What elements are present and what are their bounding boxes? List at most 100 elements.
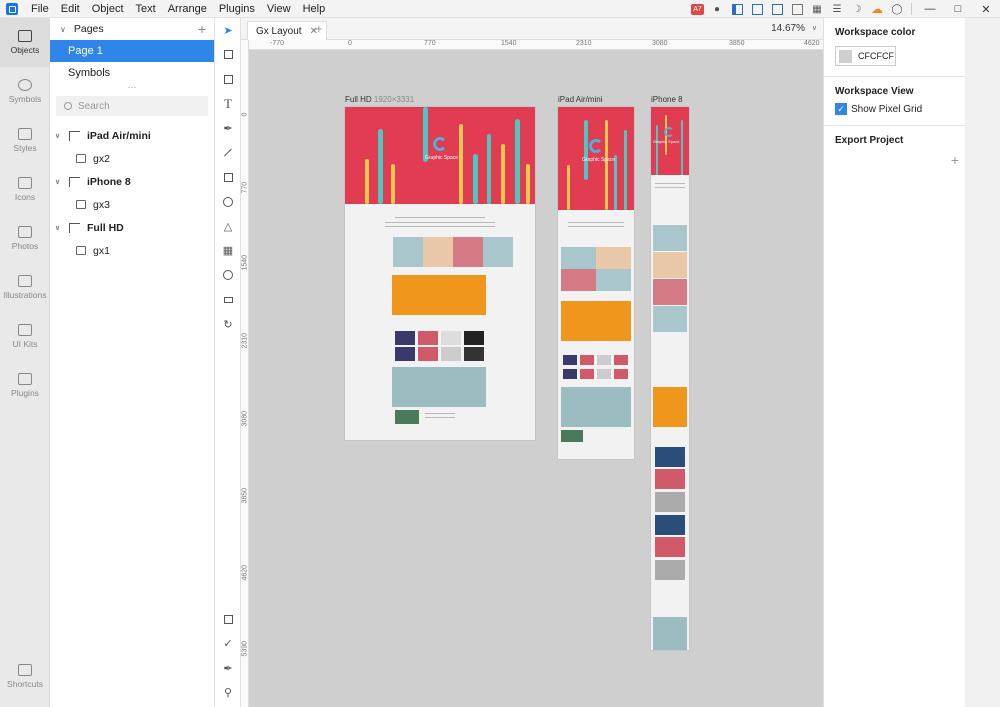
minimize-button[interactable]: —	[916, 0, 944, 18]
repeat-tool-icon[interactable]: ↻	[215, 312, 241, 337]
close-window-button[interactable]: ✕	[972, 0, 1000, 18]
zoom-tool-icon[interactable]: ⚲	[215, 681, 241, 706]
ruler-tick: 0	[348, 40, 352, 47]
rail-plugins[interactable]: Plugins	[0, 361, 50, 410]
brand-logo-icon	[664, 127, 674, 137]
objects-icon	[18, 30, 32, 42]
menu-help[interactable]: Help	[297, 3, 332, 15]
add-export-icon[interactable]: +	[951, 152, 959, 168]
search-input[interactable]: Search	[56, 96, 208, 116]
menu-edit[interactable]: Edit	[55, 3, 86, 15]
rectangle-tool-icon[interactable]	[215, 165, 241, 190]
menu-file[interactable]: File	[25, 3, 55, 15]
menu-view[interactable]: View	[261, 3, 297, 15]
artboard-ipad[interactable]: Graphic Space	[558, 107, 634, 459]
cloud-icon[interactable]: ☁	[870, 2, 884, 16]
pen-tool-icon[interactable]: ✒	[215, 116, 241, 141]
notification-badge[interactable]: A7	[691, 3, 704, 15]
account-icon[interactable]: ◯	[890, 2, 904, 16]
rail-objects[interactable]: Objects	[0, 18, 50, 67]
ruler-tick: 3080	[652, 40, 668, 47]
layer-image-gx2[interactable]: gx2	[50, 147, 214, 170]
line-tool-icon[interactable]	[215, 141, 241, 166]
artboard-label-full-hd[interactable]: Full HD 1920×3331	[345, 95, 414, 104]
layer-image-gx3[interactable]: gx3	[50, 193, 214, 216]
ruler-tick: 4620	[241, 564, 249, 581]
actual-size-icon[interactable]	[770, 2, 784, 16]
rail-symbols[interactable]: Symbols	[0, 67, 50, 116]
rail-shortcuts[interactable]: Shortcuts	[0, 652, 50, 701]
ruler-tick: 3850	[729, 40, 745, 47]
component-tool-icon[interactable]: ▦	[215, 239, 241, 264]
triangle-tool-icon[interactable]: △	[215, 214, 241, 239]
ellipse-tool-icon[interactable]	[215, 190, 241, 215]
hero-banner: Graphic Space	[651, 107, 689, 175]
workspace-view-section: Workspace View ✓ Show Pixel Grid	[824, 77, 965, 126]
artboard-label-ipad[interactable]: iPad Air/mini	[558, 95, 602, 104]
section-title: Export Project	[835, 135, 904, 146]
design-canvas[interactable]: Full HD 1920×3331 Graphic Space iPad Air…	[249, 50, 823, 707]
grid-icon[interactable]: ▦	[810, 2, 824, 16]
layer-artboard-ipad[interactable]: ∨ iPad Air/mini	[50, 124, 214, 147]
fit-view-icon[interactable]	[750, 2, 764, 16]
pages-panel: ∨ Pages + Page 1 Symbols ··· Search ∨ iP…	[50, 18, 215, 707]
moon-icon[interactable]: ☽	[850, 2, 864, 16]
add-tab-icon[interactable]: +	[315, 21, 323, 36]
app-logo-icon[interactable]	[6, 2, 18, 15]
menu-text[interactable]: Text	[130, 3, 162, 15]
menu-plugins[interactable]: Plugins	[213, 3, 261, 15]
illustrations-icon	[18, 275, 32, 287]
export-section: Export Project	[824, 126, 965, 156]
brand-logo-icon	[589, 139, 603, 153]
chevron-down-icon[interactable]: ∨	[60, 25, 66, 34]
layer-artboard-iphone[interactable]: ∨ iPhone 8	[50, 170, 214, 193]
select-tool-icon[interactable]: ➤	[215, 18, 241, 43]
rail-photos[interactable]: Photos	[0, 214, 50, 263]
resize-handle[interactable]: ···	[50, 83, 214, 92]
ruler-tick: -770	[270, 40, 285, 47]
add-page-icon[interactable]: +	[198, 21, 206, 37]
image-tool-icon[interactable]	[215, 67, 241, 92]
artboard-iphone[interactable]: Graphic Space	[651, 107, 689, 650]
layout-view-icon[interactable]	[730, 2, 744, 16]
artboard-label-iphone[interactable]: iPhone 8	[651, 95, 683, 104]
pages-header[interactable]: ∨ Pages +	[50, 18, 214, 40]
chevron-down-icon[interactable]: ∨	[55, 132, 65, 140]
rail-ui-kits[interactable]: UI Kits	[0, 312, 50, 361]
maximize-button[interactable]: □	[944, 0, 972, 18]
menu-arrange[interactable]: Arrange	[162, 3, 213, 15]
chevron-down-icon[interactable]: ∨	[55, 224, 65, 232]
chevron-down-icon[interactable]: ∨	[55, 178, 65, 186]
brand-logo-text: Graphic Space	[653, 139, 680, 144]
image-view-icon[interactable]	[790, 2, 804, 16]
checkbox-checked-icon[interactable]: ✓	[835, 103, 847, 115]
chevron-down-icon[interactable]: ∨	[812, 24, 817, 32]
brush-tool-icon[interactable]: ✓	[215, 632, 241, 657]
workspace-color-field[interactable]: CFCFCF	[835, 46, 896, 66]
artboard-icon	[69, 176, 80, 187]
artboard-icon	[69, 130, 80, 141]
artboard-full-hd[interactable]: Graphic Space	[345, 107, 535, 440]
menu-object[interactable]: Object	[86, 3, 130, 15]
rail-styles[interactable]: Styles	[0, 116, 50, 165]
page-item-symbols[interactable]: Symbols	[50, 62, 214, 84]
avatar-tool-icon[interactable]	[215, 263, 241, 288]
rail-illustrations[interactable]: Illustrations	[0, 263, 50, 312]
search-placeholder: Search	[78, 100, 110, 112]
color-swatch[interactable]	[839, 49, 852, 63]
artboard-tool-icon[interactable]	[215, 43, 241, 68]
text-tool-icon[interactable]: T	[215, 92, 241, 117]
ruler-tick: 770	[241, 181, 249, 194]
rail-icons[interactable]: Icons	[0, 165, 50, 214]
list-icon[interactable]: ☰	[830, 2, 844, 16]
button-tool-icon[interactable]	[215, 288, 241, 313]
tip-icon[interactable]: ●	[710, 2, 724, 16]
prototype-tool-icon[interactable]	[215, 607, 241, 632]
menubar: File Edit Object Text Arrange Plugins Vi…	[0, 0, 1000, 18]
layer-image-gx1[interactable]: gx1	[50, 239, 214, 262]
layer-artboard-full-hd[interactable]: ∨ Full HD	[50, 216, 214, 239]
pixel-grid-toggle[interactable]: ✓ Show Pixel Grid	[835, 103, 954, 115]
page-item-page-1[interactable]: Page 1	[50, 40, 214, 62]
eyedropper-tool-icon[interactable]: ✒	[215, 656, 241, 681]
zoom-level[interactable]: 14.67%	[771, 23, 805, 34]
